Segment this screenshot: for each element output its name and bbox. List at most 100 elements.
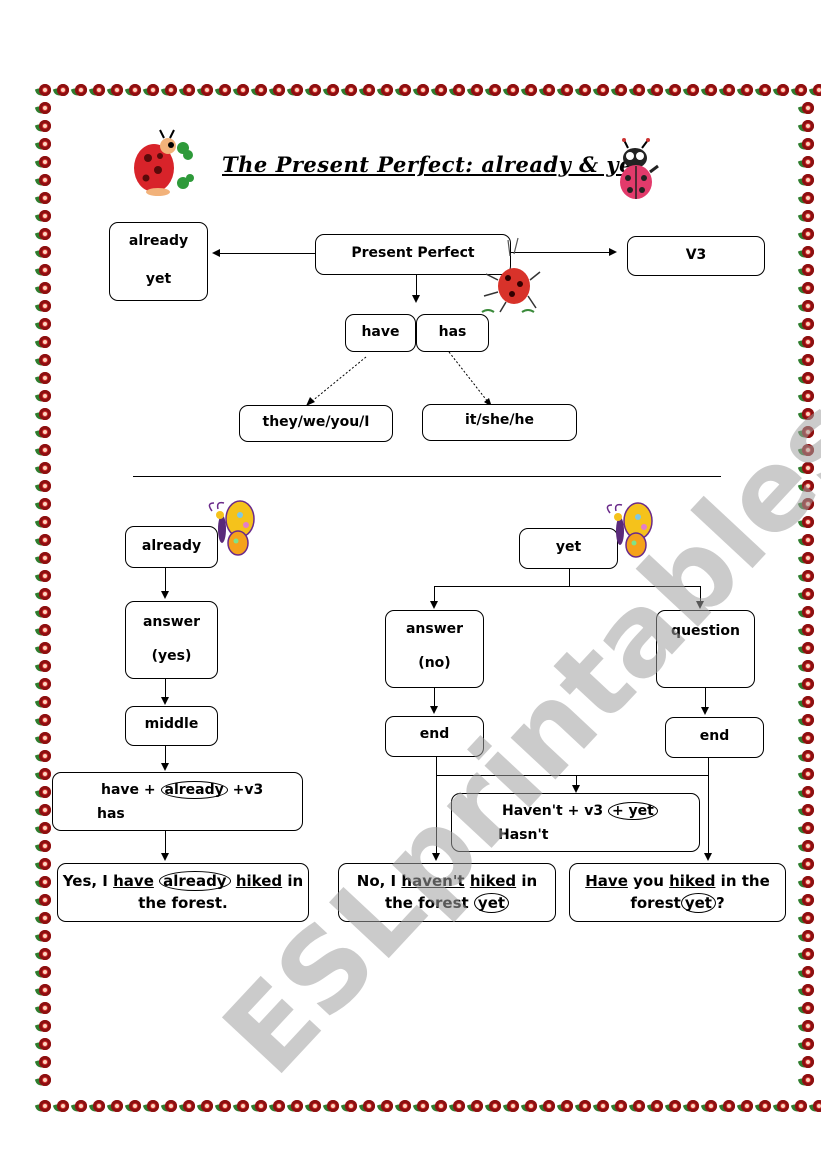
- flower-icon: [798, 874, 816, 892]
- flower-icon: [341, 1098, 359, 1116]
- flower-icon: [798, 748, 816, 766]
- flower-icon: [125, 1098, 143, 1116]
- flower-icon: [798, 820, 816, 838]
- already-formula-box: have + already +v3 has: [52, 772, 303, 831]
- yet-negative-example-box: No, I haven't hiked in the forest yet: [338, 863, 556, 922]
- flower-icon: [35, 712, 53, 730]
- flower-icon: [161, 1098, 179, 1116]
- example-text: Yes, I: [62, 872, 108, 890]
- flower-icon: [35, 802, 53, 820]
- connector: [700, 586, 701, 602]
- flower-icon: [35, 496, 53, 514]
- arrow-down: [701, 707, 709, 715]
- connector: [165, 568, 166, 592]
- flower-icon: [521, 1098, 539, 1116]
- flower-border-bottom: [35, 1098, 821, 1116]
- middle-label: middle: [144, 716, 199, 732]
- flower-icon: [287, 1098, 305, 1116]
- arrow-down: [161, 763, 169, 771]
- flower-icon: [798, 730, 816, 748]
- subjects-has-box: it/she/he: [422, 404, 577, 441]
- flower-icon: [798, 982, 816, 1000]
- flower-icon: [395, 1098, 413, 1116]
- flower-icon: [35, 1036, 53, 1054]
- flower-icon: [179, 1098, 197, 1116]
- flower-icon: [798, 712, 816, 730]
- example-line-1: Have you hiked in the: [570, 870, 785, 892]
- formula-havent: Haven't + v3: [502, 803, 604, 819]
- question-box: question: [656, 610, 755, 688]
- dashed-connectors: [306, 351, 492, 407]
- flower-icon: [233, 1098, 251, 1116]
- answer-label: answer: [142, 614, 201, 630]
- flower-icon: [35, 568, 53, 586]
- example-line-2: forest yet?: [570, 892, 785, 914]
- flower-icon: [35, 460, 53, 478]
- connector: [434, 586, 701, 587]
- formula-yet-oval: + yet: [607, 802, 658, 820]
- flower-icon: [35, 1000, 53, 1018]
- formula-have: have +: [101, 782, 156, 798]
- flower-icon: [305, 1098, 323, 1116]
- yet-answer-box: answer (no): [385, 610, 484, 688]
- flower-icon: [798, 694, 816, 712]
- connector: [436, 757, 437, 855]
- flower-icon: [35, 730, 53, 748]
- flower-icon: [35, 766, 53, 784]
- connector: [708, 758, 709, 855]
- flower-icon: [593, 1098, 611, 1116]
- flower-icon: [798, 946, 816, 964]
- flower-icon: [798, 604, 816, 622]
- end-label: end: [419, 726, 450, 742]
- connector: [434, 586, 435, 602]
- flower-icon: [215, 1098, 233, 1116]
- flower-icon: [539, 1098, 557, 1116]
- flower-icon: [35, 838, 53, 856]
- flower-icon: [798, 856, 816, 874]
- flower-icon: [798, 496, 816, 514]
- flower-icon: [35, 622, 53, 640]
- flower-icon: [269, 1098, 287, 1116]
- example-have: have: [113, 872, 154, 890]
- connector: [436, 775, 708, 776]
- flower-icon: [798, 1072, 816, 1090]
- formula-hasnt: Hasn't: [498, 827, 549, 843]
- arrow-down: [161, 853, 169, 861]
- flower-icon: [798, 1000, 816, 1018]
- example-text: forest: [630, 894, 681, 912]
- flower-icon: [35, 658, 53, 676]
- flower-icon: [35, 874, 53, 892]
- flower-icon: [35, 586, 53, 604]
- example-have: Have: [585, 872, 628, 890]
- flower-icon: [35, 1054, 53, 1072]
- flower-icon: [798, 892, 816, 910]
- connector: [569, 569, 570, 586]
- end-left-box: end: [385, 716, 484, 757]
- flower-icon: [251, 1098, 269, 1116]
- flower-icon: [798, 676, 816, 694]
- flower-icon: [798, 838, 816, 856]
- example-text: you: [633, 872, 664, 890]
- flower-icon: [323, 1098, 341, 1116]
- flower-icon: [197, 1098, 215, 1116]
- flower-icon: [53, 1098, 71, 1116]
- question-mark: ?: [715, 894, 725, 912]
- flower-icon: [798, 586, 816, 604]
- flower-icon: [35, 604, 53, 622]
- example-text: the forest: [384, 894, 469, 912]
- flower-icon: [557, 1098, 575, 1116]
- already-example-box: Yes, I have already hiked in the forest.: [57, 863, 309, 922]
- flower-icon: [359, 1098, 377, 1116]
- flower-icon: [798, 1054, 816, 1072]
- flower-icon: [791, 1098, 809, 1116]
- end-right-box: end: [665, 717, 764, 758]
- example-already-oval: already: [159, 871, 231, 891]
- arrow-down: [572, 785, 580, 793]
- flower-icon: [755, 1098, 773, 1116]
- flower-icon: [798, 910, 816, 928]
- subjects-have-box: they/we/you/I: [239, 405, 393, 442]
- arrow-down: [704, 853, 712, 861]
- flower-icon: [798, 532, 816, 550]
- connector: [165, 831, 166, 855]
- flower-icon: [35, 856, 53, 874]
